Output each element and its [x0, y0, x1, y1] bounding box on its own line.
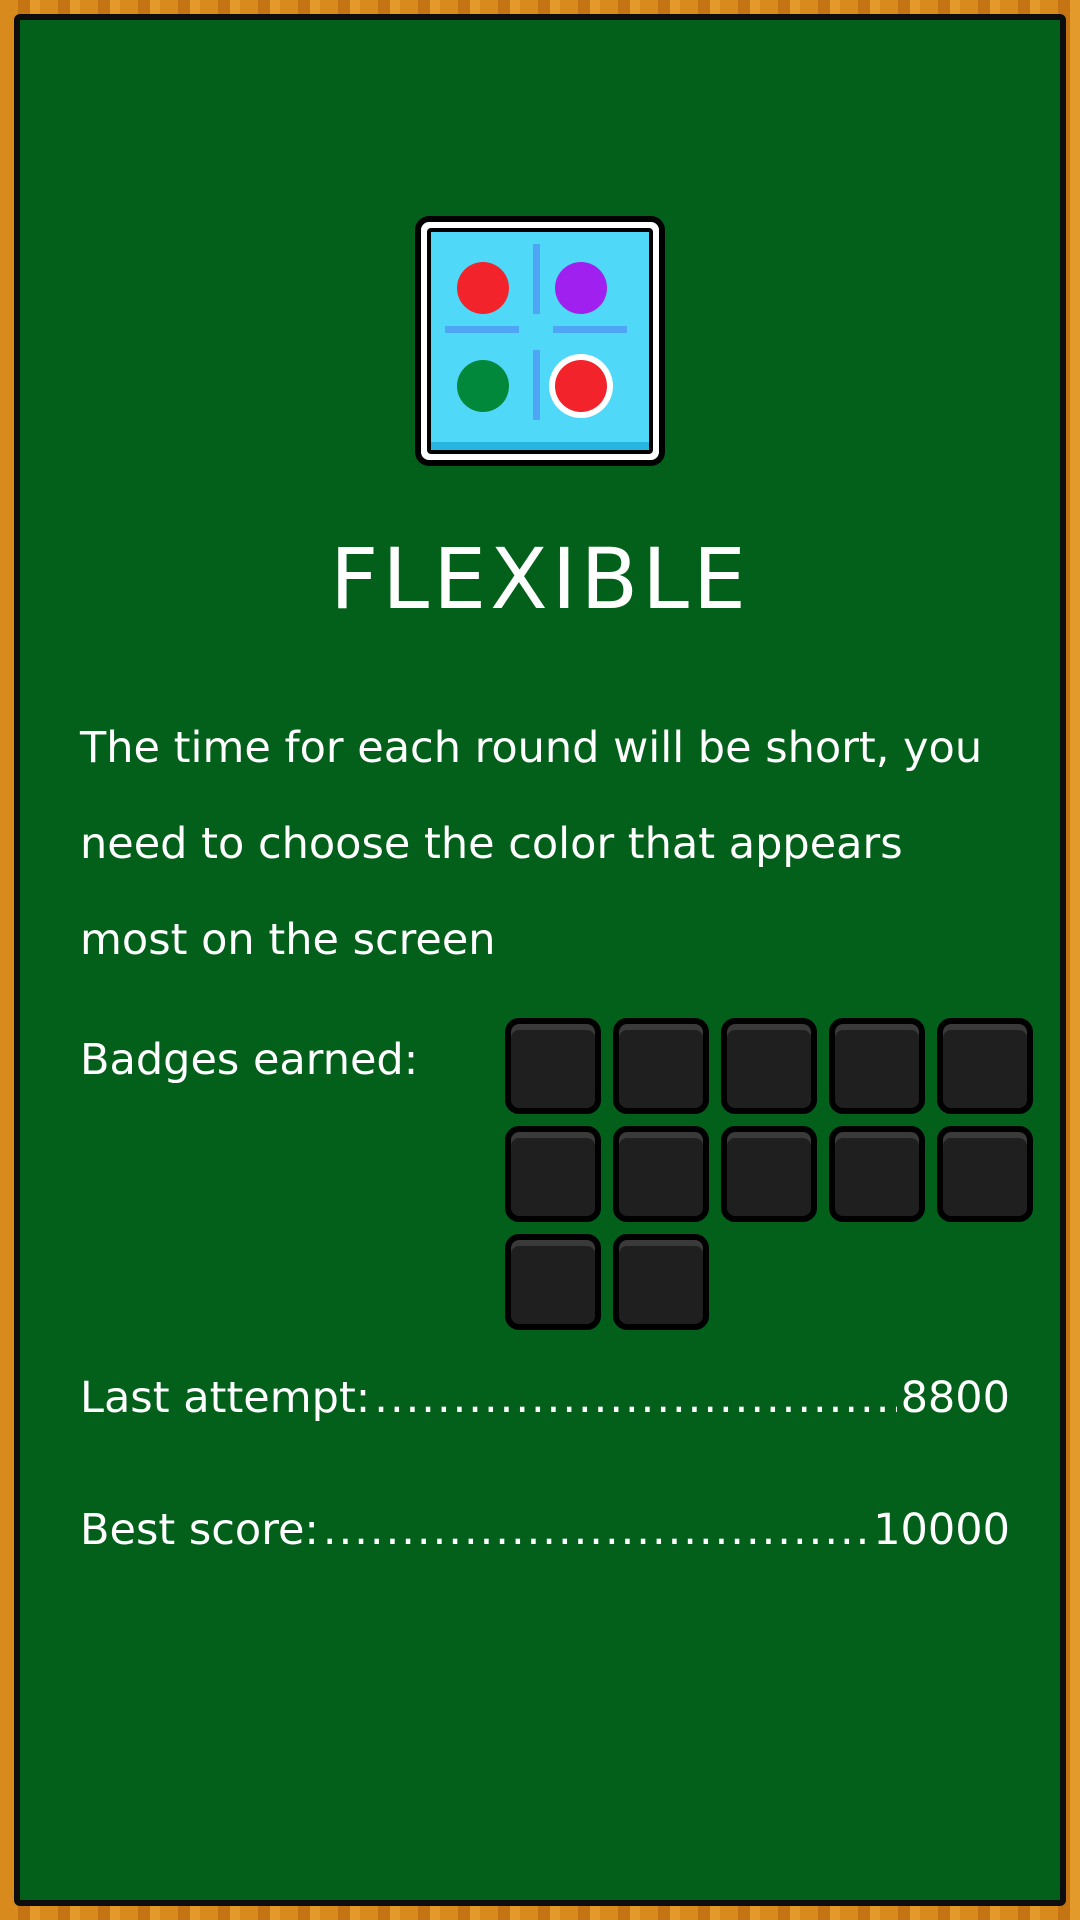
- badge-slot-empty: [613, 1018, 709, 1114]
- badge-slot-empty: [505, 1126, 601, 1222]
- game-description: The time for each round will be short, y…: [80, 723, 983, 965]
- icon-divider-horizontal-left: [445, 326, 519, 333]
- badge-slot-empty: [613, 1234, 709, 1330]
- badge-slot-empty: [721, 1126, 817, 1222]
- badge-slot-empty: [721, 1018, 817, 1114]
- red-dot-selected: [555, 360, 607, 412]
- badges-label: Badges earned:: [80, 1035, 419, 1085]
- badge-slot-empty: [505, 1018, 601, 1114]
- badge-slot-empty: [829, 1018, 925, 1114]
- best-score-value: 10000: [873, 1505, 1010, 1555]
- last-attempt-value: 8800: [900, 1373, 1010, 1423]
- last-attempt-row: Last attempt: 8800: [80, 1368, 1010, 1428]
- best-score-label: Best score:: [80, 1505, 319, 1555]
- red-dot: [457, 262, 509, 314]
- badge-slot-empty: [613, 1126, 709, 1222]
- badge-slot-empty: [829, 1126, 925, 1222]
- dot-leader: [323, 1500, 869, 1560]
- icon-divider-horizontal-right: [553, 326, 627, 333]
- green-dot: [457, 360, 509, 412]
- badge-slot-empty: [505, 1234, 601, 1330]
- four-color-dots-icon: [431, 232, 649, 450]
- game-title: FLEXIBLE: [329, 530, 750, 628]
- last-attempt-label: Last attempt:: [80, 1373, 371, 1423]
- dot-leader: [374, 1368, 896, 1428]
- badges-grid: [505, 1018, 1037, 1330]
- icon-divider-vertical-top: [533, 244, 540, 314]
- badge-slot-empty: [937, 1126, 1033, 1222]
- badge-slot-empty: [937, 1018, 1033, 1114]
- purple-dot: [555, 262, 607, 314]
- best-score-row: Best score: 10000: [80, 1500, 1010, 1560]
- icon-divider-vertical-bottom: [533, 350, 540, 420]
- game-icon: [415, 216, 665, 466]
